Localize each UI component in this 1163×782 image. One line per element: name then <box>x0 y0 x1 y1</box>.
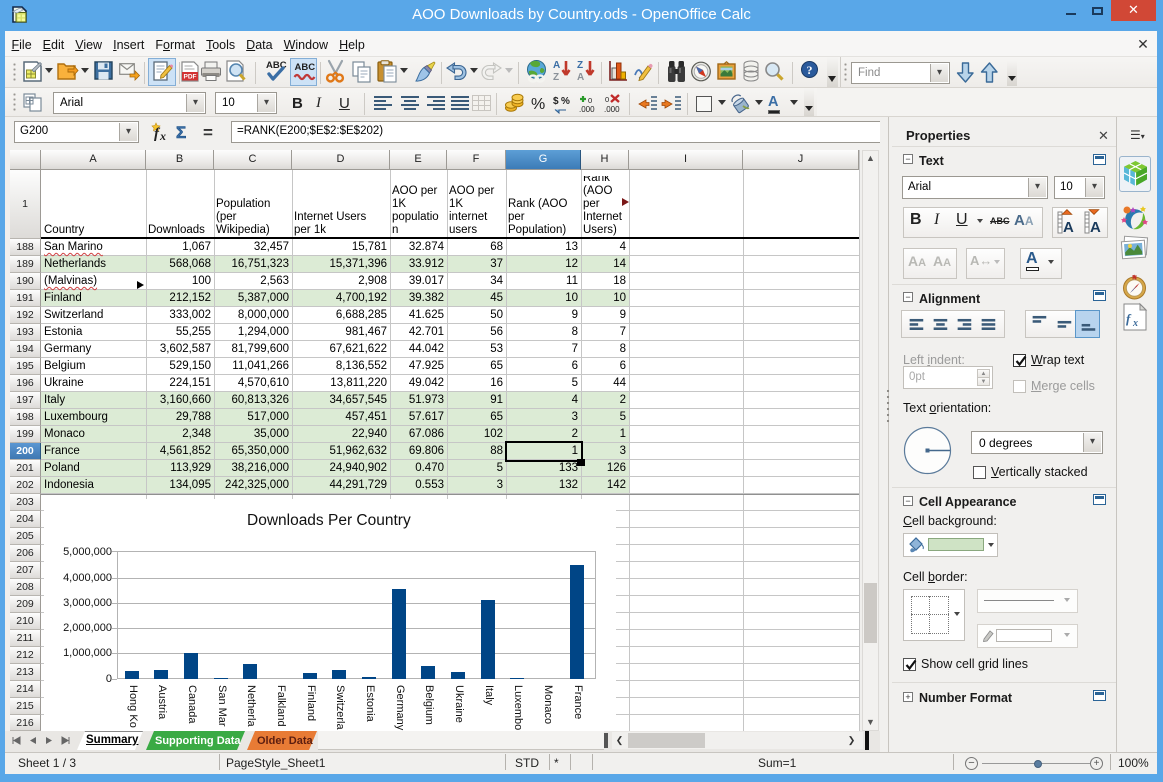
svg-text:A: A <box>1090 219 1101 236</box>
svg-text:0: 0 <box>588 96 592 105</box>
svg-text:N: N <box>1132 275 1137 282</box>
svg-text:A: A <box>553 60 560 71</box>
svg-text:0: 0 <box>605 95 609 104</box>
svg-text:PDF: PDF <box>184 74 197 81</box>
svg-text:Z: Z <box>553 72 559 83</box>
svg-text:Z: Z <box>577 60 583 71</box>
svg-text:.000: .000 <box>579 105 595 114</box>
svg-text:A: A <box>1063 219 1074 236</box>
svg-text:A: A <box>577 72 584 83</box>
svg-text:ABC: ABC <box>295 62 316 73</box>
svg-text:%: % <box>561 96 570 107</box>
svg-text:x: x <box>1132 318 1138 329</box>
svg-text:?: ? <box>807 63 813 77</box>
svg-text:x: x <box>159 129 166 143</box>
svg-text:$: $ <box>553 96 559 107</box>
svg-text:.000: .000 <box>604 105 620 114</box>
